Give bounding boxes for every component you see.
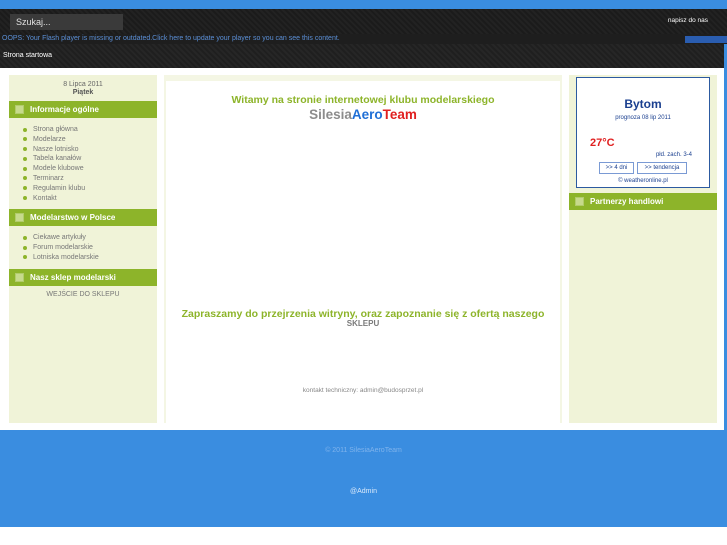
weather-source-link[interactable]: © weatheronline.pl bbox=[577, 178, 709, 184]
section-square-icon bbox=[575, 197, 584, 206]
section-header-shop: Nasz sklep modelarski bbox=[9, 268, 157, 286]
menu-item-schedule[interactable]: Terminarz bbox=[23, 174, 157, 184]
weather-widget: Bytom prognoza 08 lip 2011 27°C płd. zac… bbox=[576, 77, 710, 188]
page-body: 8 Lipca 2011 Piątek Informacje ogólne St… bbox=[0, 68, 724, 430]
bottom-strip bbox=[0, 527, 727, 545]
main-content: Witamy na stronie internetowej klubu mod… bbox=[164, 75, 562, 423]
modeling-poland-menu: Ciekawe artykuły Forum modelarskie Lotni… bbox=[9, 226, 157, 268]
search-input[interactable] bbox=[10, 14, 123, 30]
shop-entry-link[interactable]: WEJŚCIE DO SKLEPU bbox=[9, 286, 157, 298]
tech-contact: kontakt techniczny: admin@budosprzet.pl bbox=[302, 387, 424, 394]
date-text: 8 Lipca 2011 bbox=[63, 81, 103, 88]
partners-section: Partnerzy handlowi bbox=[569, 193, 717, 210]
section-title: Nasz sklep modelarski bbox=[30, 272, 116, 282]
menu-item-channel-table[interactable]: Tabela kanałów bbox=[23, 154, 157, 164]
main-navigation: Strona startowa bbox=[0, 44, 724, 68]
flash-notice-tail bbox=[685, 36, 727, 43]
brand-part-team: Team bbox=[382, 107, 417, 122]
footer-admin-link[interactable]: @Admin bbox=[0, 488, 727, 495]
current-date: 8 Lipca 2011 Piątek bbox=[9, 75, 157, 97]
menu-link[interactable]: Regulamin klubu bbox=[33, 185, 85, 192]
weather-4days-button[interactable]: >> 4 dni bbox=[599, 162, 634, 174]
menu-link[interactable]: Modele klubowe bbox=[33, 165, 84, 172]
weather-forecast-date: prognoza 08 lip 2011 bbox=[615, 115, 671, 121]
left-sidebar: 8 Lipca 2011 Piątek Informacje ogólne St… bbox=[9, 75, 157, 423]
menu-item-club-rules[interactable]: Regulamin klubu bbox=[23, 184, 157, 194]
section-title: Partnerzy handlowi bbox=[590, 197, 664, 206]
menu-item-articles[interactable]: Ciekawe artykuły bbox=[23, 233, 157, 243]
menu-item-airfield[interactable]: Nasze lotnisko bbox=[23, 145, 157, 155]
section-header-modeling-poland: Modelarstwo w Polsce bbox=[9, 209, 157, 227]
footer-copyright: © 2011 SilesiaAeroTeam bbox=[325, 447, 402, 454]
section-square-icon bbox=[15, 105, 24, 114]
weather-city: Bytom bbox=[624, 97, 662, 111]
flash-player-notice[interactable]: OOPS: Your Flash player is missing or ou… bbox=[0, 34, 727, 44]
menu-link[interactable]: Lotniska modelarskie bbox=[33, 254, 99, 261]
menu-item-modelers[interactable]: Modelarze bbox=[23, 135, 157, 145]
top-color-strip bbox=[0, 0, 727, 9]
nav-home-link[interactable]: Strona startowa bbox=[3, 52, 52, 59]
menu-item-forum[interactable]: Forum modelarskie bbox=[23, 243, 157, 253]
welcome-heading: Witamy na stronie internetowej klubu mod… bbox=[231, 94, 495, 106]
menu-item-home[interactable]: Strona główna bbox=[23, 125, 157, 135]
section-square-icon bbox=[15, 272, 24, 282]
general-info-menu: Strona główna Modelarze Nasze lotnisko T… bbox=[9, 118, 157, 209]
section-header-general-info: Informacje ogólne bbox=[9, 101, 157, 118]
contact-link[interactable]: napisz do nas bbox=[668, 17, 708, 24]
section-title: Informacje ogólne bbox=[30, 105, 99, 114]
menu-link[interactable]: Ciekawe artykuły bbox=[33, 234, 86, 241]
weather-trend-button[interactable]: >> tendencja bbox=[637, 162, 687, 174]
brand-part-silesia: Silesia bbox=[309, 107, 352, 122]
menu-link[interactable]: Kontakt bbox=[33, 195, 57, 202]
menu-item-club-models[interactable]: Modele klubowe bbox=[23, 164, 157, 174]
menu-link[interactable]: Modelarze bbox=[33, 136, 66, 143]
flash-notice-text[interactable]: OOPS: Your Flash player is missing or ou… bbox=[2, 35, 340, 42]
menu-link[interactable]: Terminarz bbox=[33, 175, 64, 182]
menu-link[interactable]: Tabela kanałów bbox=[33, 155, 81, 162]
main-content-panel: Witamy na stronie internetowej klubu mod… bbox=[166, 81, 560, 423]
section-header-partners: Partnerzy handlowi bbox=[569, 193, 717, 210]
menu-link[interactable]: Forum modelarskie bbox=[33, 244, 93, 251]
brand-name: SilesiaAeroTeam bbox=[166, 107, 560, 122]
weekday-text: Piątek bbox=[72, 89, 94, 96]
menu-item-contact[interactable]: Kontakt bbox=[23, 194, 157, 204]
menu-link[interactable]: Strona główna bbox=[33, 126, 78, 133]
weather-wind: płd. zach. 3-4 bbox=[655, 152, 692, 158]
section-square-icon bbox=[15, 213, 24, 223]
menu-item-airfields[interactable]: Lotniska modelarskie bbox=[23, 253, 157, 263]
menu-link[interactable]: Nasze lotnisko bbox=[33, 146, 79, 153]
top-bar: napisz do nas bbox=[0, 9, 727, 34]
right-sidebar: Bytom prognoza 08 lip 2011 27°C płd. zac… bbox=[569, 75, 717, 423]
brand-part-aero: Aero bbox=[351, 107, 383, 122]
weather-temperature: 27°C bbox=[590, 137, 615, 149]
invite-shop-link[interactable]: SKLEPU bbox=[166, 319, 560, 328]
section-title: Modelarstwo w Polsce bbox=[30, 213, 116, 223]
